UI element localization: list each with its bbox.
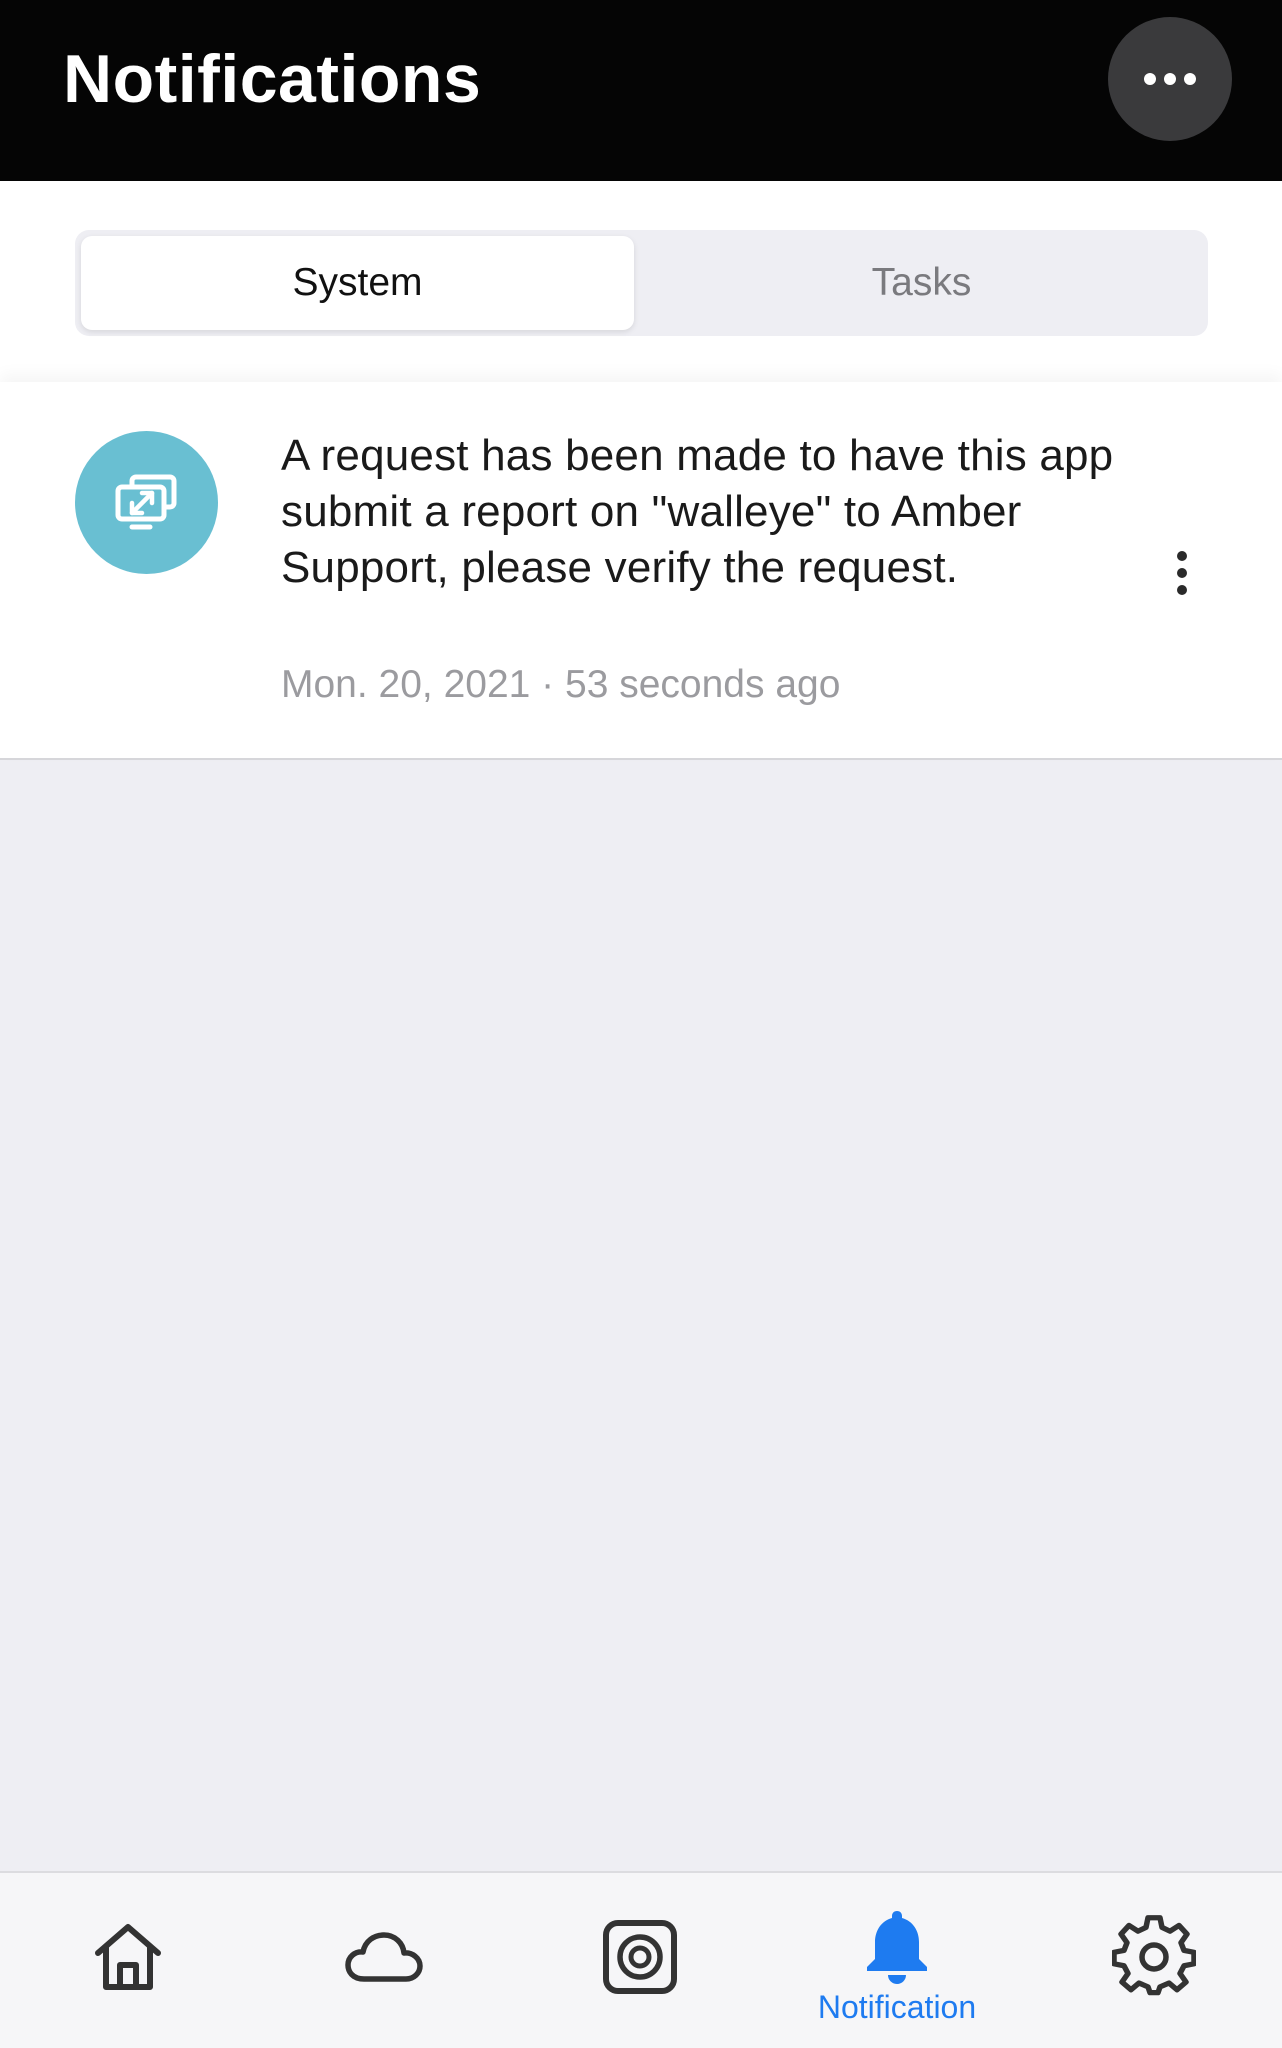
nav-cloud[interactable] [256,1873,512,2048]
home-icon [95,1924,161,1990]
segmented-control: System Tasks [75,230,1208,336]
notification-options-button[interactable] [1162,543,1202,603]
tab-system[interactable]: System [81,236,634,330]
nav-settings[interactable] [1026,1873,1282,2048]
nav-target[interactable] [512,1873,768,2048]
notification-item[interactable]: A request has been made to have this app… [0,382,1282,760]
tab-bar-area: System Tasks [0,181,1282,382]
bottom-navigation: Notification [0,1871,1282,2048]
tab-system-label: System [292,261,423,304]
more-horizontal-icon [1144,73,1196,85]
nav-home[interactable] [0,1873,256,2048]
page-title: Notifications [63,41,482,117]
more-options-button[interactable] [1108,17,1232,141]
gear-icon [1112,1915,1196,1996]
nav-notification[interactable]: Notification [769,1873,1025,2048]
remote-screen-icon [115,474,176,529]
bell-icon [867,1911,927,1984]
notification-message: A request has been made to have this app… [281,431,1114,592]
nav-notification-label: Notification [817,1989,977,2025]
more-vertical-icon [1177,551,1187,595]
header-bar: Notifications [0,0,1282,181]
tab-tasks-label: Tasks [871,261,972,304]
notification-avatar [75,431,218,574]
tab-tasks[interactable]: Tasks [641,236,1202,330]
cloud-icon [345,1932,423,1982]
target-icon [603,1920,677,1994]
notification-timestamp: Mon. 20, 2021 · 53 seconds ago [281,663,841,706]
app-screen: Notifications System Tasks A request has… [0,0,1282,2048]
